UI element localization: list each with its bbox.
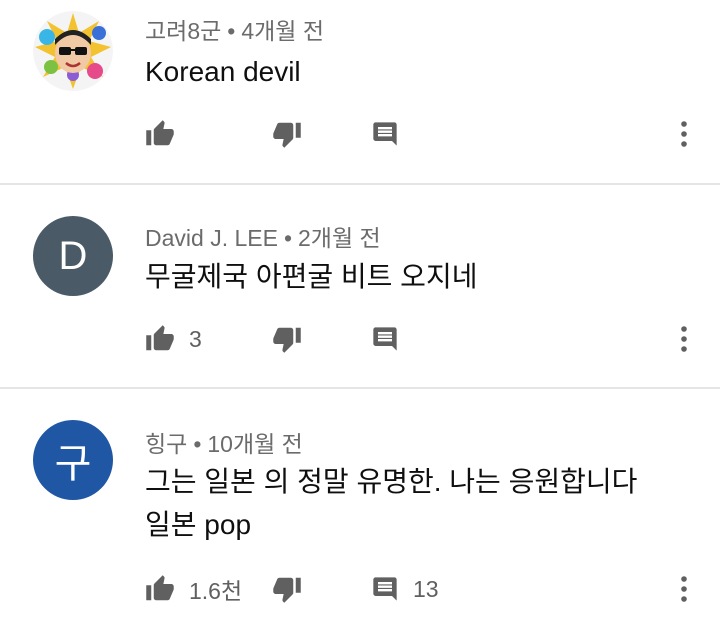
- thumbs-down-icon: [273, 122, 301, 148]
- comment-time[interactable]: 4개월 전: [241, 18, 324, 44]
- comment-meta: David J. LEE • 2개월 전: [145, 219, 381, 253]
- comment-feed: 고려8군 • 4개월 전 Korean devil D David J. LEE • 2…: [0, 0, 720, 622]
- avatar[interactable]: 구: [33, 420, 113, 500]
- comment-item: 구 힝구 • 10개월 전 그는 일본 의 정말 유명한. 나는 응원합니다 일본 …: [0, 389, 720, 622]
- reply-comment-icon: [373, 122, 397, 146]
- dislike-button[interactable]: [272, 569, 302, 609]
- like-count: 1.6천: [189, 578, 243, 604]
- comment-time[interactable]: 10개월 전: [207, 431, 302, 457]
- comment-text: 그는 일본 의 정말 유명한. 나는 응원합니다 일본 pop: [145, 466, 638, 540]
- reply-comment-icon: [373, 327, 397, 351]
- reply-comment-icon: [373, 577, 397, 601]
- more-vertical-icon: [681, 576, 687, 602]
- more-options-button[interactable]: [672, 114, 696, 154]
- like-button[interactable]: [145, 114, 189, 154]
- reply-button[interactable]: [371, 319, 413, 359]
- like-count: 3: [189, 325, 202, 352]
- avatar[interactable]: D: [33, 216, 113, 296]
- reply-button[interactable]: [371, 114, 413, 154]
- more-vertical-icon: [681, 121, 687, 147]
- comment-time[interactable]: 2개월 전: [298, 225, 381, 251]
- comment-text: Korean devil: [145, 56, 301, 87]
- more-vertical-icon: [681, 326, 687, 352]
- like-button[interactable]: 1.6천: [145, 569, 242, 609]
- thumbs-up-icon: [146, 575, 174, 601]
- comment-meta: 고려8군 • 4개월 전: [145, 12, 324, 46]
- separator-dot: •: [193, 431, 202, 457]
- thumbs-up-icon: [146, 325, 174, 351]
- comment-meta: 힝구 • 10개월 전: [145, 425, 303, 459]
- separator-dot: •: [227, 18, 236, 44]
- dislike-button[interactable]: [272, 114, 302, 154]
- reply-button[interactable]: 13: [371, 569, 439, 609]
- comment-actions: [0, 114, 720, 154]
- thumbs-down-icon: [273, 327, 301, 353]
- comment-actions: 1.6천 13: [0, 569, 720, 609]
- author-name[interactable]: 힝구: [145, 431, 187, 457]
- thumbs-up-icon: [146, 120, 174, 146]
- comment-actions: 3: [0, 319, 720, 359]
- comment-item: D David J. LEE • 2개월 전 무굴제국 아편굴 비트 오지네 3: [0, 185, 720, 388]
- separator-dot: •: [283, 225, 293, 251]
- thumbs-down-icon: [273, 577, 301, 603]
- like-button[interactable]: 3: [145, 319, 202, 359]
- avatar-cartoon-image: [33, 11, 113, 91]
- comment-text: 무굴제국 아편굴 비트 오지네: [145, 261, 478, 292]
- more-options-button[interactable]: [672, 319, 696, 359]
- avatar[interactable]: [33, 11, 113, 91]
- dislike-button[interactable]: [272, 319, 302, 359]
- author-name[interactable]: David J. LEE: [145, 225, 278, 251]
- more-options-button[interactable]: [672, 569, 696, 609]
- comment-item: 고려8군 • 4개월 전 Korean devil: [0, 0, 720, 184]
- reply-count: 13: [413, 575, 439, 602]
- author-name[interactable]: 고려8군: [145, 18, 221, 44]
